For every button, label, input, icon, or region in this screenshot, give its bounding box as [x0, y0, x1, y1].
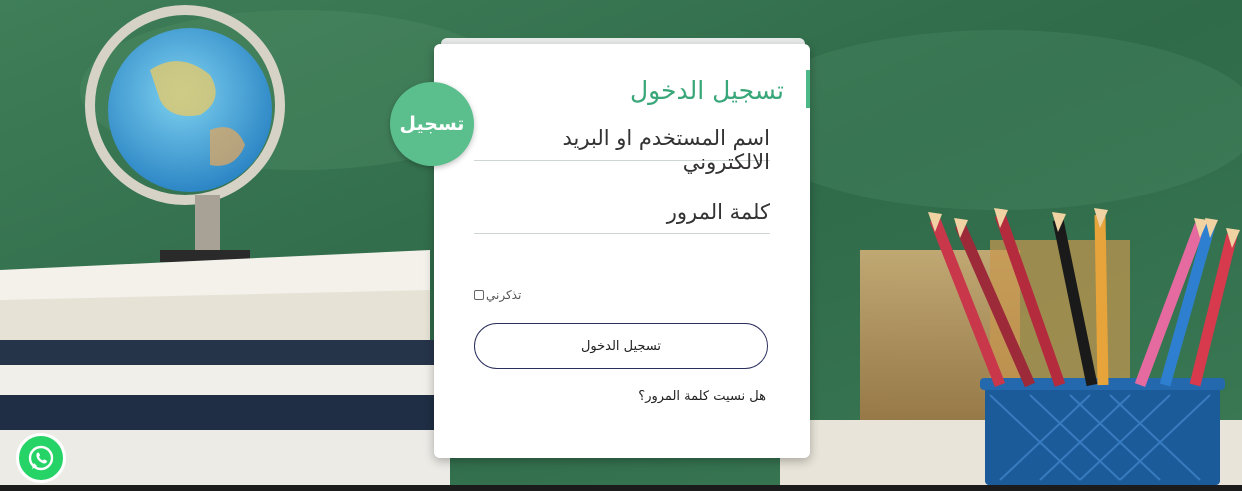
login-button-label: تسجيل الدخول	[580, 338, 662, 354]
register-badge-label: تسجيل	[399, 113, 465, 135]
whatsapp-icon	[28, 445, 54, 471]
login-button[interactable]: تسجيل الدخول	[474, 323, 768, 369]
bottom-bar	[0, 485, 1242, 491]
login-card: تسجيل الدخول اسم المستخدم او البريد الال…	[434, 44, 810, 458]
whatsapp-button[interactable]	[16, 433, 66, 483]
password-placeholder: كلمة المرور	[666, 200, 770, 224]
remember-me[interactable]: تذكرني	[474, 288, 521, 302]
forgot-password-link[interactable]: هل نسيت كلمة المرور؟	[638, 389, 766, 404]
register-badge-button[interactable]: تسجيل	[390, 82, 474, 166]
login-title: تسجيل الدخول	[629, 76, 784, 105]
password-field[interactable]: كلمة المرور	[474, 200, 770, 234]
remember-me-checkbox[interactable]	[474, 290, 484, 300]
username-placeholder: اسم المستخدم او البريد الالكتروني	[562, 126, 770, 174]
title-accent-bar	[806, 70, 810, 108]
username-field[interactable]: اسم المستخدم او البريد الالكتروني	[474, 126, 770, 174]
remember-me-label: تذكرني	[486, 288, 522, 302]
